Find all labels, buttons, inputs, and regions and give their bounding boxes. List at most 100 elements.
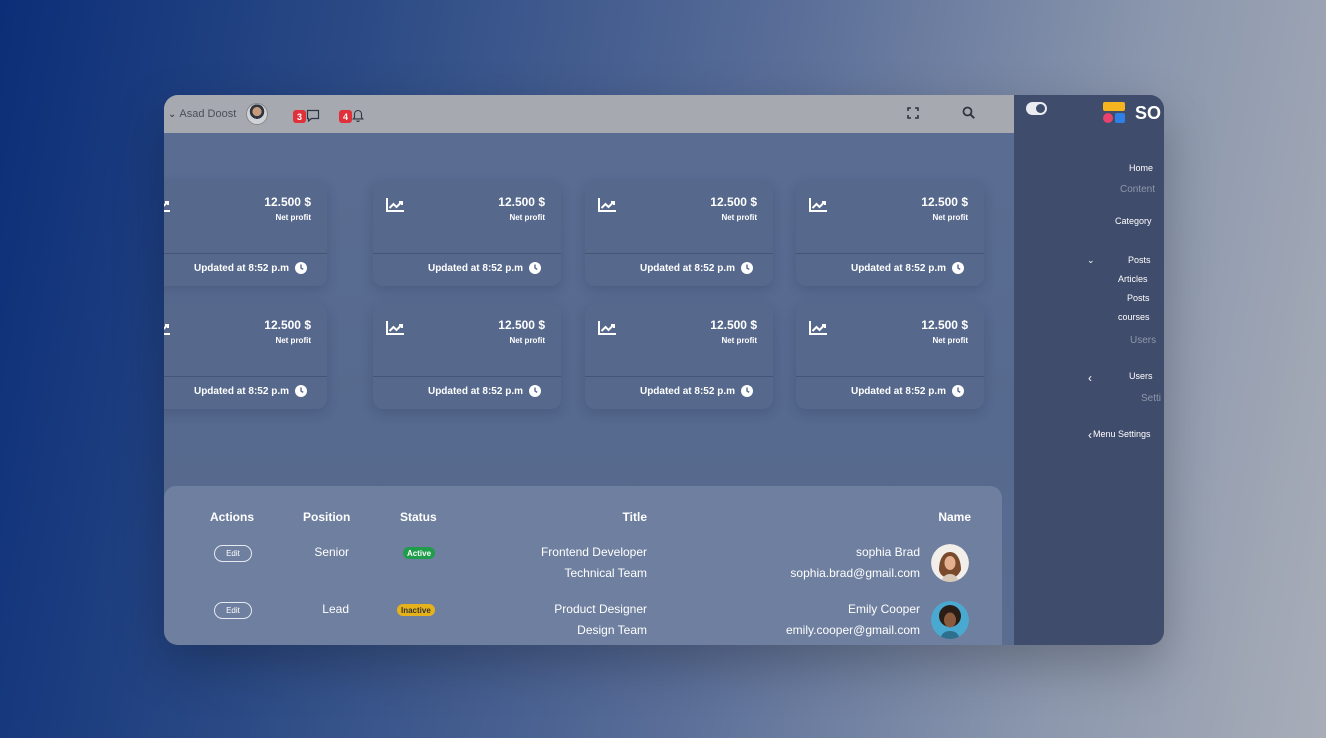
card-divider [585, 376, 773, 377]
stat-card: 12.500 $ Net profit Updated at 8:52 p.m [164, 181, 327, 286]
title-cell: Product Designer [554, 602, 647, 616]
logo-text: SO [1135, 103, 1162, 123]
card-divider [373, 253, 561, 254]
card-label: Net profit [509, 336, 545, 345]
clock-icon [529, 262, 541, 274]
card-value: 12.500 $ [498, 195, 545, 209]
card-updated-text: Updated at 8:52 p.m [639, 385, 735, 397]
stat-card: 12.500 $ Net profit Updated at 8:52 p.m [373, 304, 561, 409]
sidebar-item-posts[interactable]: Posts [1128, 255, 1151, 265]
edit-button[interactable]: Edit [214, 602, 252, 619]
avatar [931, 544, 969, 582]
fullscreen-icon[interactable] [905, 105, 921, 121]
logo-icon [1103, 102, 1125, 123]
clock-icon [295, 385, 307, 397]
clock-icon [952, 262, 964, 274]
chart-icon [386, 321, 404, 335]
position-cell: Lead [322, 602, 349, 616]
status-badge: Active [403, 547, 436, 559]
sidebar: SO Home Content Category ⌄ Posts Article… [1014, 95, 1164, 645]
stat-card: 12.500 $ Net profit Updated at 8:52 p.m [796, 304, 984, 409]
chart-icon [164, 201, 170, 212]
avatar [931, 601, 969, 639]
card-divider [164, 376, 327, 377]
user-menu[interactable]: ⌄ Asad Doost [168, 101, 269, 127]
sidebar-item-users[interactable]: Users [1129, 371, 1153, 381]
app-window: ⌄ Asad Doost 3 4 12.500 $ Net profit Updat… [164, 95, 1164, 645]
chart-icon [598, 321, 616, 335]
stat-card: 12.500 $ Net profit Updated at 8:52 p.m [585, 181, 773, 286]
users-table: Actions Position Status Title Name Edit … [164, 486, 1002, 645]
card-updated-text: Updated at 8:52 p.m [427, 385, 523, 397]
sidebar-item-menu-settings[interactable]: Menu Settings [1093, 429, 1151, 439]
card-updated-text: Updated at 8:52 p.m [639, 262, 735, 274]
card-updated-text: Updated at 8:52 p.m [850, 385, 946, 397]
chat-icon [306, 109, 320, 123]
stat-card: 12.500 $ Net profit Updated at 8:52 p.m [796, 181, 984, 286]
stat-card: 12.500 $ Net profit Updated at 8:52 p.m [164, 304, 327, 409]
email-cell: sophia.brad@gmail.com [790, 566, 920, 580]
sidebar-item-category[interactable]: Category [1115, 216, 1152, 226]
chart-icon [598, 198, 616, 212]
clock-icon [741, 385, 753, 397]
position-cell: Senior [314, 545, 349, 559]
card-label: Net profit [275, 336, 311, 345]
chevron-left-icon[interactable]: ‹ [1088, 428, 1092, 442]
card-divider [796, 253, 984, 254]
column-header-position: Position [303, 510, 351, 524]
sidebar-section-content: Content [1120, 184, 1156, 195]
card-updated-text: Updated at 8:52 p.m [193, 385, 289, 397]
column-header-title: Title [622, 510, 647, 524]
team-cell: Design Team [577, 623, 647, 637]
avatar[interactable] [246, 103, 269, 125]
card-updated: Updated at 8:52 p.m [851, 262, 964, 274]
search-icon[interactable] [961, 105, 977, 121]
sidebar-item-posts-sub[interactable]: Posts [1127, 293, 1150, 303]
card-updated-text: Updated at 8:52 p.m [427, 262, 523, 274]
notifications-badge: 4 [339, 110, 352, 123]
card-value: 12.500 $ [264, 195, 311, 209]
card-updated-text: Updated at 8:52 p.m [193, 262, 289, 274]
bell-icon [352, 109, 364, 122]
card-label: Net profit [509, 213, 545, 222]
stat-card: 12.500 $ Net profit Updated at 8:52 p.m [373, 181, 561, 286]
status-badge: Inactive [397, 604, 435, 616]
clock-icon [529, 385, 541, 397]
card-label: Net profit [932, 213, 968, 222]
sidebar-item-articles[interactable]: Articles [1118, 274, 1148, 284]
chevron-down-icon[interactable]: ⌄ [1087, 255, 1095, 266]
sidebar-item-courses[interactable]: courses [1118, 312, 1150, 322]
card-updated: Updated at 8:52 p.m [428, 262, 541, 274]
title-cell: Frontend Developer [540, 545, 647, 559]
name-cell: Emily Cooper [847, 602, 920, 616]
card-updated: Updated at 8:52 p.m [194, 262, 307, 274]
messages-badge: 3 [293, 110, 306, 123]
theme-toggle[interactable] [1026, 102, 1047, 115]
chevron-down-icon: ⌄ [168, 108, 177, 120]
column-header-status: Status [400, 510, 437, 524]
card-value: 12.500 $ [498, 318, 545, 332]
clock-icon [952, 385, 964, 397]
card-updated: Updated at 8:52 p.m [194, 385, 307, 397]
top-bar: ⌄ Asad Doost 3 4 [164, 95, 1014, 133]
card-value: 12.500 $ [921, 195, 968, 209]
messages-button[interactable]: 3 [293, 104, 320, 123]
card-label: Net profit [932, 336, 968, 345]
card-updated: Updated at 8:52 p.m [428, 385, 541, 397]
chart-icon [164, 324, 170, 335]
clock-icon [741, 262, 753, 274]
card-updated: Updated at 8:52 p.m [640, 385, 753, 397]
chart-icon [809, 198, 827, 212]
edit-button[interactable]: Edit [214, 545, 252, 562]
card-divider [164, 253, 327, 254]
chart-icon [809, 321, 827, 335]
clock-icon [295, 262, 307, 274]
chevron-left-icon[interactable]: ‹ [1088, 371, 1092, 385]
card-updated-text: Updated at 8:52 p.m [850, 262, 946, 274]
card-value: 12.500 $ [710, 318, 757, 332]
sidebar-item-home[interactable]: Home [1129, 163, 1153, 173]
card-label: Net profit [721, 213, 757, 222]
chart-icon [386, 198, 404, 212]
notifications-button[interactable]: 4 [339, 104, 364, 123]
card-value: 12.500 $ [710, 195, 757, 209]
